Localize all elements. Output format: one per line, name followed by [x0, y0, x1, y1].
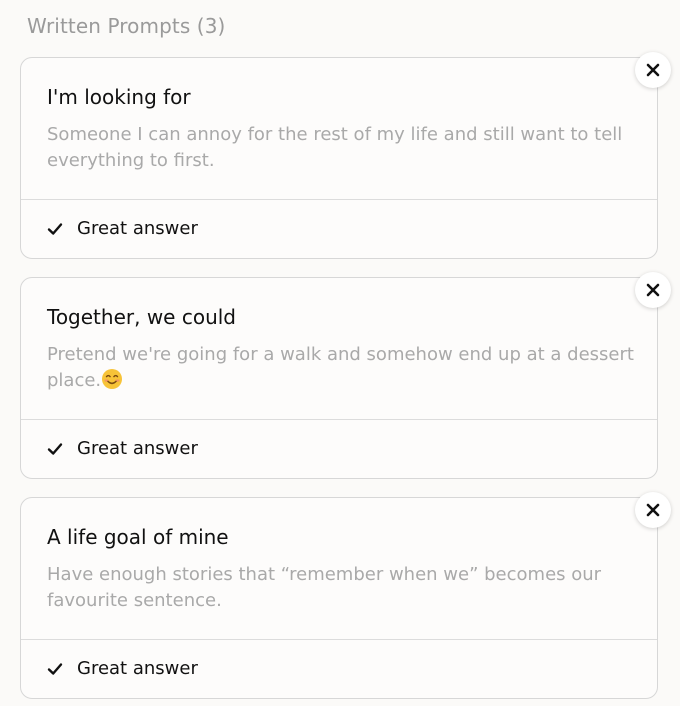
prompt-answer: Have enough stories that “remember when …: [47, 564, 602, 611]
prompt-content[interactable]: A life goal of mine Have enough stories …: [21, 498, 657, 640]
prompt-card[interactable]: I'm looking for Someone I can annoy for …: [20, 57, 658, 259]
close-icon: [646, 63, 660, 77]
close-icon: [646, 503, 660, 517]
smiling-face-icon: [102, 369, 123, 389]
feedback-label: Great answer: [77, 658, 198, 679]
remove-prompt-button[interactable]: [635, 52, 671, 88]
prompt-content[interactable]: I'm looking for Someone I can annoy for …: [21, 58, 657, 200]
feedback-label: Great answer: [77, 438, 198, 459]
feedback-row: Great answer: [21, 640, 657, 698]
prompt-question: Together, we could: [47, 305, 236, 329]
remove-prompt-button[interactable]: [635, 492, 671, 528]
close-icon: [646, 283, 660, 297]
prompt-card[interactable]: A life goal of mine Have enough stories …: [20, 497, 658, 699]
feedback-row: Great answer: [21, 420, 657, 478]
prompt-question: I'm looking for: [47, 85, 191, 109]
prompt-answer: Pretend we're going for a walk and someh…: [47, 342, 637, 394]
feedback-label: Great answer: [77, 218, 198, 239]
remove-prompt-button[interactable]: [635, 272, 671, 308]
check-icon: [47, 443, 63, 455]
prompt-answer: Someone I can annoy for the rest of my l…: [47, 124, 623, 171]
prompt-answer-text: Pretend we're going for a walk and someh…: [47, 344, 634, 391]
feedback-row: Great answer: [21, 200, 657, 258]
section-title: Written Prompts (3): [27, 14, 226, 38]
check-icon: [47, 223, 63, 235]
prompt-content[interactable]: Together, we could Pretend we're going f…: [21, 278, 657, 420]
prompt-question: A life goal of mine: [47, 525, 229, 549]
prompt-card[interactable]: Together, we could Pretend we're going f…: [20, 277, 658, 479]
check-icon: [47, 663, 63, 675]
